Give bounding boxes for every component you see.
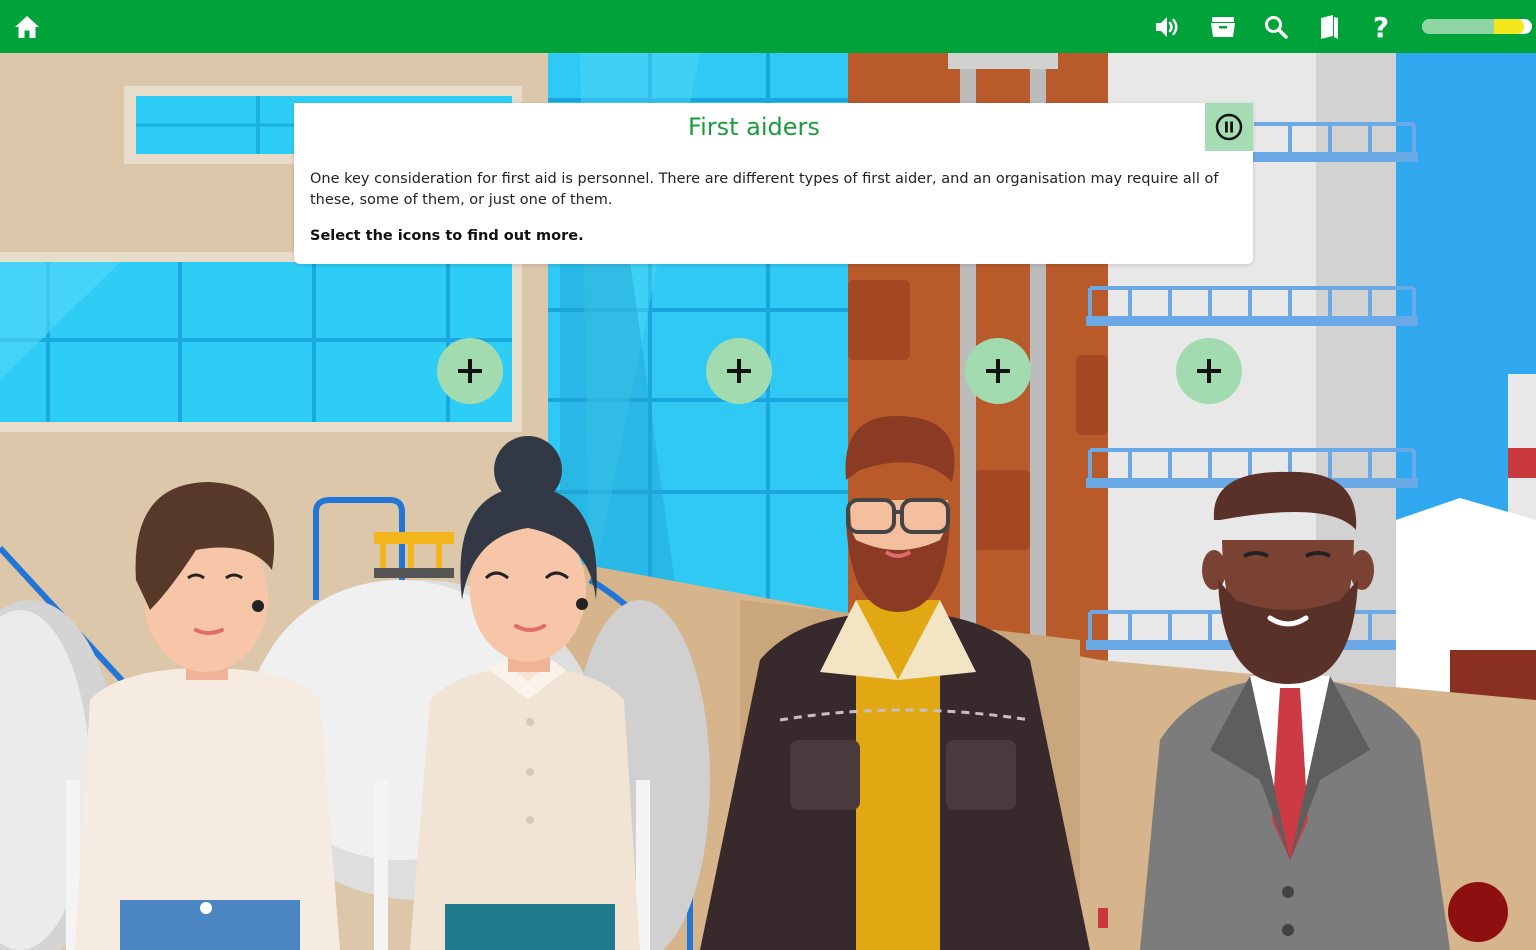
- hotspot-button-3[interactable]: [965, 338, 1031, 404]
- search-icon: [1265, 16, 1288, 39]
- info-panel: First aiders One key consideration for f…: [294, 103, 1253, 264]
- panel-title: First aiders: [688, 113, 820, 141]
- glossary-icon: [1321, 15, 1338, 39]
- resources-button[interactable]: [1204, 8, 1242, 46]
- glossary-button[interactable]: [1310, 8, 1348, 46]
- pause-icon: [1215, 113, 1243, 141]
- home-button[interactable]: [8, 8, 46, 46]
- plus-icon: [458, 359, 482, 383]
- top-toolbar: ?: [0, 0, 1536, 53]
- search-button[interactable]: [1257, 8, 1295, 46]
- help-icon: ?: [1372, 10, 1390, 44]
- audio-icon: [1156, 17, 1178, 37]
- audio-button[interactable]: [1149, 8, 1187, 46]
- plus-icon: [1197, 359, 1221, 383]
- course-progress-marker: [1494, 19, 1525, 34]
- plus-icon: [986, 359, 1010, 383]
- plus-icon: [727, 359, 751, 383]
- hotspot-button-1[interactable]: [437, 338, 503, 404]
- home-icon: [15, 16, 39, 38]
- course-progress-bar: [1422, 19, 1532, 34]
- panel-instruction: Select the icons to find out more.: [310, 228, 584, 244]
- course-progress-fill: [1422, 19, 1525, 34]
- help-button[interactable]: ?: [1362, 8, 1400, 46]
- resources-icon: [1211, 17, 1235, 37]
- hotspot-button-2[interactable]: [706, 338, 772, 404]
- hotspot-button-4[interactable]: [1176, 338, 1242, 404]
- pause-button[interactable]: [1205, 103, 1253, 151]
- panel-body-text: One key consideration for first aid is p…: [310, 171, 1219, 208]
